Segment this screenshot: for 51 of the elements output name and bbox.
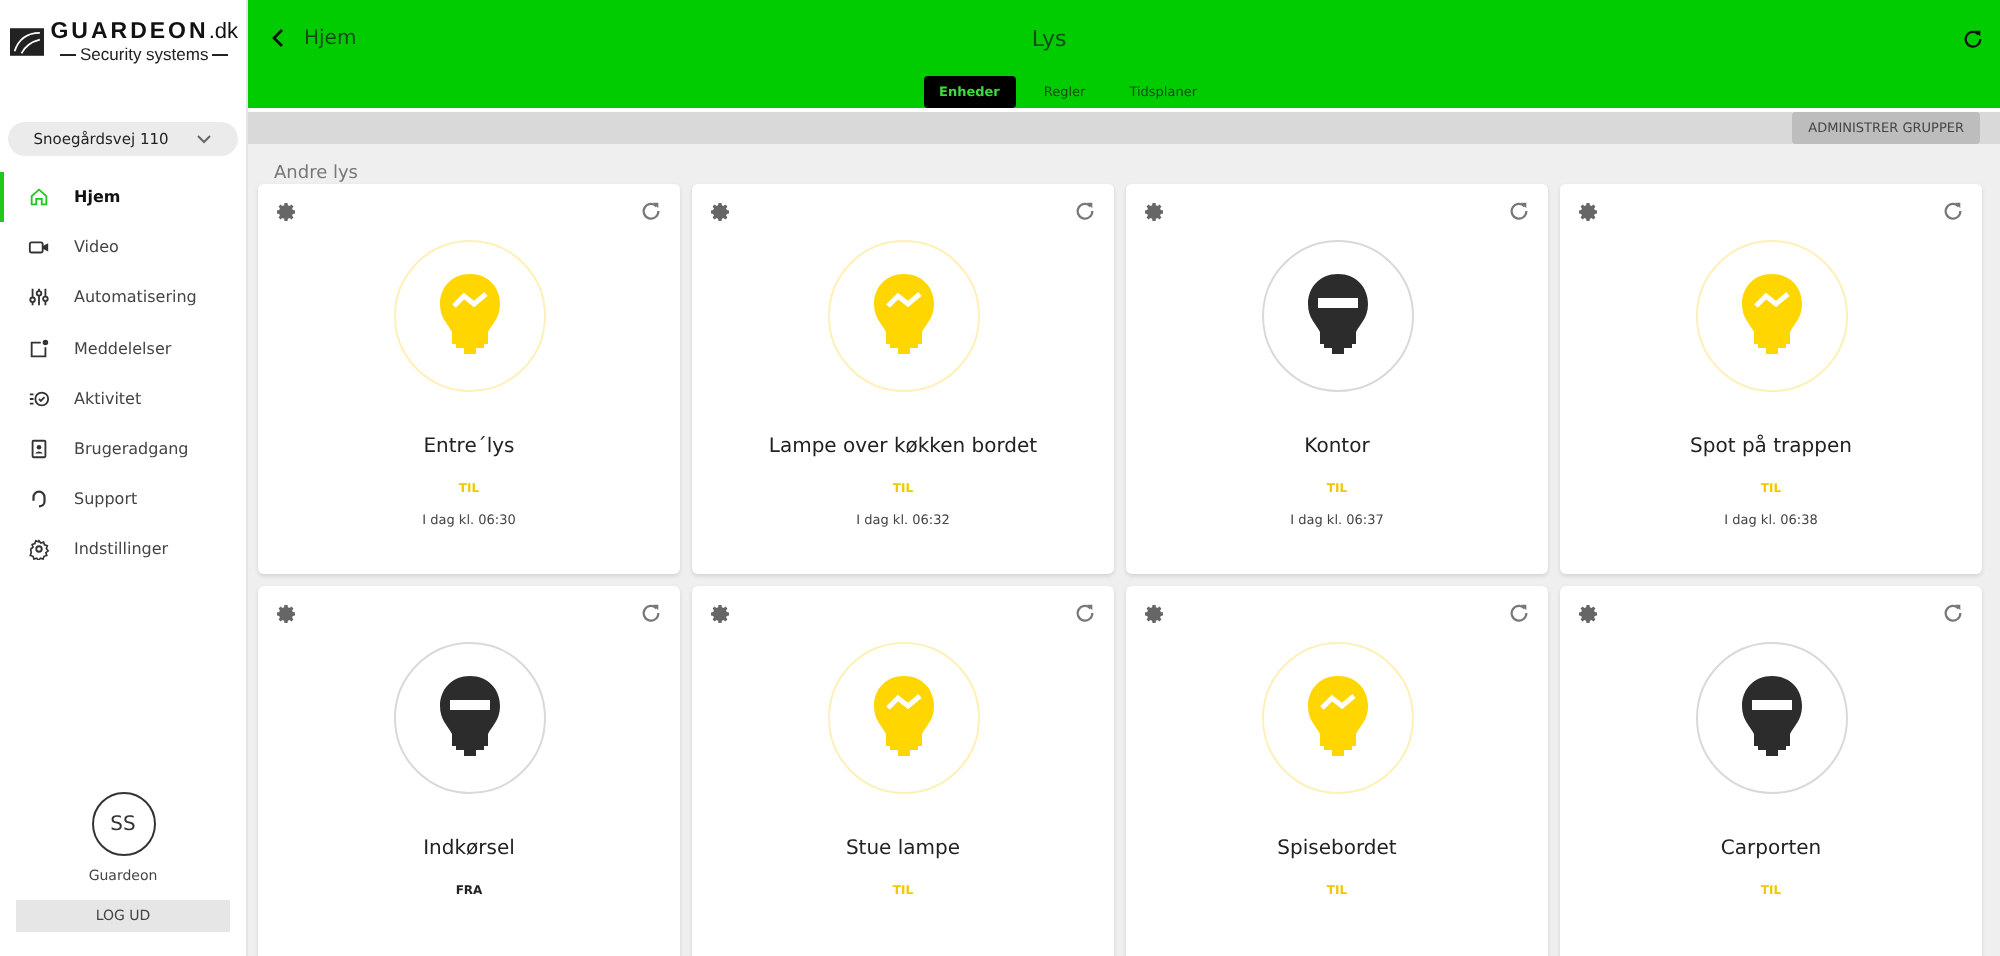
refresh-icon[interactable] [1074,200,1096,222]
refresh-icon[interactable] [1508,200,1530,222]
light-name: Stue lampe [843,838,963,860]
light-name: Lampe over køkken bordet [766,436,1040,458]
settings-icon[interactable] [274,200,298,224]
refresh-icon[interactable] [1942,200,1964,222]
refresh-icon[interactable] [1508,602,1530,624]
settings-icon[interactable] [1576,200,1600,224]
id-badge-icon [28,438,50,461]
settings-icon[interactable] [274,602,298,626]
logo-text: GUARDEON.dk [50,19,238,43]
camera-icon [28,236,50,259]
refresh-icon[interactable] [1942,602,1964,624]
sliders-icon [28,286,50,309]
chevron-down-icon [196,134,213,144]
nav-item[interactable]: Meddelelser [0,323,246,374]
settings-icon[interactable] [1142,200,1166,224]
light-name: Carporten [1718,838,1824,860]
settings-icon[interactable] [1576,602,1600,626]
headset-icon [28,488,50,511]
light-name: Spot på trappen [1688,436,1854,458]
light-name: Entre´lys [421,436,517,458]
nav-item[interactable]: Brugeradgang [0,423,246,475]
settings-icon[interactable] [708,200,732,224]
logo-tagline: Security systems [59,43,229,65]
refresh-icon[interactable] [1074,602,1096,624]
user-avatar: SS [91,792,155,856]
activity-icon [28,387,50,410]
settings-icon[interactable] [1142,602,1166,626]
nav-item[interactable]: Automatisering [0,272,246,324]
house-icon [28,186,50,209]
page-title: Lys [1029,25,1069,51]
section-heading: Andre lys [272,162,360,184]
nav-item[interactable]: Video [0,222,246,273]
light-name: Kontor [1302,436,1372,458]
notification-icon [28,337,50,360]
refresh-icon[interactable] [640,200,662,222]
unlit-bulb-icon[interactable] [1305,272,1369,360]
nav-item[interactable]: Indstillinger [0,524,246,575]
light-name: Indkørsel [421,838,517,860]
settings-icon[interactable] [708,602,732,626]
refresh-icon[interactable] [1962,27,1984,49]
unlit-bulb-icon[interactable] [437,674,501,762]
chevron-left-icon [272,28,284,48]
nav-item[interactable]: Support [0,474,246,525]
nav-item[interactable]: Aktivitet [0,373,246,424]
unlit-bulb-icon[interactable] [1739,674,1803,762]
gear-icon [28,538,50,561]
refresh-icon[interactable] [640,602,662,624]
back-button[interactable]: Hjem [272,27,357,49]
light-name: Spisebordet [1275,838,1399,860]
